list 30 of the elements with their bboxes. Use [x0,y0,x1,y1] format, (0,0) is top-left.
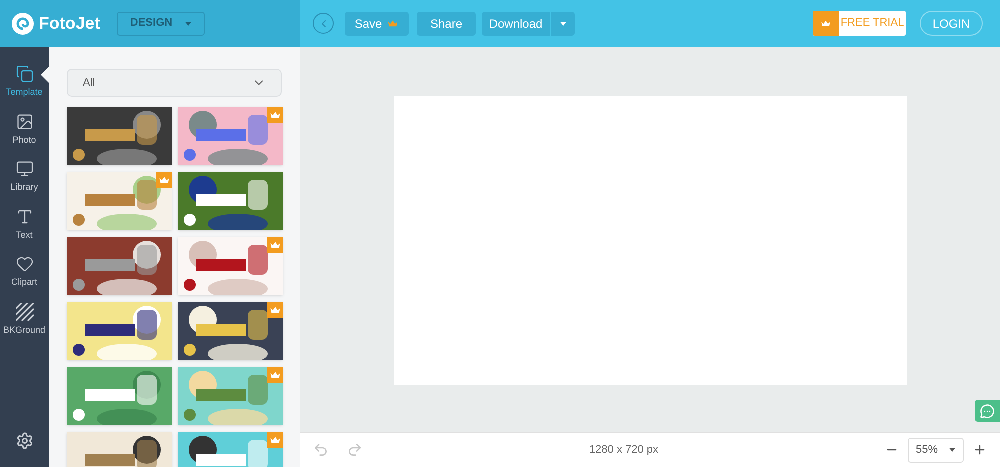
library-icon [16,160,34,178]
caret-icon [185,22,192,26]
sidebar-tab[interactable]: Text [0,208,49,242]
zoom-in-icon[interactable] [973,443,987,457]
logo-text: FotoJet [39,12,100,35]
category-dropdown[interactable]: All [67,69,282,97]
caret-icon [949,448,956,452]
caret-icon [560,22,566,26]
canvas-size-text: 1280 x 720 px [588,442,660,458]
crown-icon [158,176,170,184]
settings-icon[interactable] [16,432,34,450]
crown-icon [270,436,280,444]
zoom-dropdown[interactable]: 55% [908,438,964,462]
sidebar-tab[interactable]: Photo [0,112,49,147]
logo-icon [12,12,34,34]
photo-icon [16,112,34,130]
crown-icon [270,240,280,250]
sidebar-tab[interactable]: Library [0,160,49,194]
sidebar-tab[interactable]: Clipart [0,255,49,290]
template-icon [16,65,34,83]
chat-icon [980,404,995,418]
crown-icon [270,370,280,380]
stripes-icon [16,302,34,320]
crown-icon [270,110,280,120]
crown-icon [387,20,400,28]
clipart-icon [16,255,34,273]
crown-icon [270,306,280,314]
text-icon [16,208,34,226]
sidebar-tab[interactable]: BKGround [0,302,49,337]
crown-icon [821,20,831,28]
